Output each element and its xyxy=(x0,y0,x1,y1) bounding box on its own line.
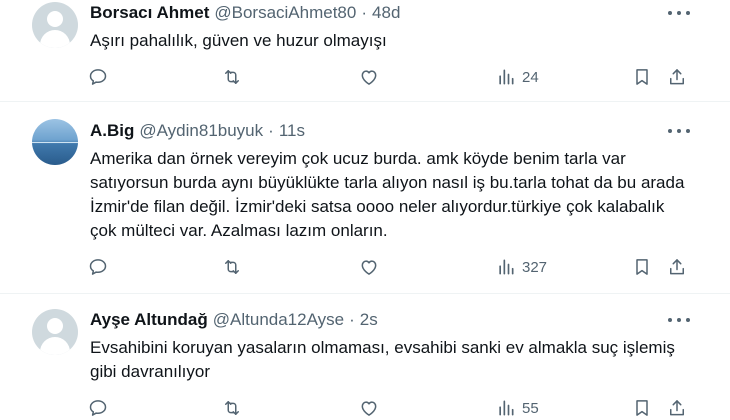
share-icon xyxy=(670,400,684,416)
bookmark-button[interactable] xyxy=(632,397,652,419)
action-bar: 327 xyxy=(0,256,730,278)
views-button[interactable]: 24 xyxy=(496,66,539,88)
views-icon xyxy=(499,69,514,85)
views-icon xyxy=(499,259,514,275)
heart-icon xyxy=(361,70,377,85)
more-icon[interactable] xyxy=(668,127,690,135)
like-button[interactable] xyxy=(359,397,379,419)
reply-icon xyxy=(89,400,107,416)
avatar-head-shape xyxy=(47,11,63,27)
share-button[interactable] xyxy=(667,66,687,88)
reply-button[interactable] xyxy=(88,397,108,419)
reply-button[interactable] xyxy=(88,256,108,278)
bookmark-icon xyxy=(636,400,648,416)
reply-button[interactable] xyxy=(88,66,108,88)
timestamp[interactable]: 2s xyxy=(360,310,378,330)
author-name[interactable]: Ayşe Altundağ xyxy=(90,310,208,330)
like-button[interactable] xyxy=(359,256,379,278)
separator-dot: · xyxy=(268,121,274,140)
tweet-header: Ayşe Altundağ @Altunda12Ayse · 2s xyxy=(90,310,378,330)
author-name[interactable]: Borsacı Ahmet xyxy=(90,3,209,23)
retweet-icon xyxy=(225,70,239,84)
views-button[interactable]: 327 xyxy=(496,256,547,278)
timestamp[interactable]: 48d xyxy=(372,3,400,23)
share-button[interactable] xyxy=(667,397,687,419)
tweet-header: A.Big @Aydin81buyuk · 11s xyxy=(90,121,305,141)
tweet-text: Aşırı pahalılık, güven ve huzur olmayışı xyxy=(90,31,387,50)
heart-icon xyxy=(361,401,377,416)
more-icon[interactable] xyxy=(668,9,690,17)
share-icon xyxy=(670,69,684,85)
more-icon[interactable] xyxy=(668,316,690,324)
action-bar: 55 xyxy=(0,397,730,419)
tweet-text: Evsahibini koruyan yasaların olmaması, e… xyxy=(90,338,675,381)
retweet-icon xyxy=(225,401,239,415)
avatar[interactable] xyxy=(32,2,78,48)
retweet-button[interactable] xyxy=(222,256,242,278)
author-name[interactable]: A.Big xyxy=(90,121,134,141)
avatar[interactable] xyxy=(32,309,78,355)
avatar[interactable] xyxy=(32,119,78,165)
bookmark-icon xyxy=(636,69,648,85)
tweet-text: Amerika dan örnek vereyim çok ucuz burda… xyxy=(90,149,685,240)
share-button[interactable] xyxy=(667,256,687,278)
views-button[interactable]: 55 xyxy=(496,397,539,419)
separator-dot: · xyxy=(361,3,368,22)
retweet-button[interactable] xyxy=(222,397,242,419)
author-handle[interactable]: @BorsaciAhmet80 xyxy=(214,3,356,23)
avatar-body-shape xyxy=(40,30,70,48)
like-button[interactable] xyxy=(359,66,379,88)
view-count: 55 xyxy=(522,399,539,417)
view-count: 24 xyxy=(522,68,539,86)
view-count: 327 xyxy=(522,258,548,276)
author-handle[interactable]: @Altunda12Ayse xyxy=(213,310,344,330)
views-icon xyxy=(499,400,514,416)
bookmark-icon xyxy=(636,259,648,275)
share-icon xyxy=(670,259,684,275)
retweet-icon xyxy=(225,260,239,274)
tweet[interactable]: Borsacı Ahmet @BorsaciAhmet80 · 48d Aşır… xyxy=(0,0,730,101)
reply-icon xyxy=(89,259,107,275)
bookmark-button[interactable] xyxy=(632,256,652,278)
action-bar: 24 xyxy=(0,66,730,88)
avatar-body-shape xyxy=(40,337,70,355)
tweet[interactable]: A.Big @Aydin81buyuk · 11s Amerika dan ör… xyxy=(0,102,730,293)
avatar-horizon-line xyxy=(32,142,78,143)
tweet[interactable]: Ayşe Altundağ @Altunda12Ayse · 2s Evsahi… xyxy=(0,294,730,420)
separator-dot: · xyxy=(349,310,355,329)
avatar-head-shape xyxy=(47,318,63,334)
retweet-button[interactable] xyxy=(222,66,242,88)
bookmark-button[interactable] xyxy=(632,66,652,88)
author-handle[interactable]: @Aydin81buyuk xyxy=(139,121,263,141)
tweet-header: Borsacı Ahmet @BorsaciAhmet80 · 48d xyxy=(90,3,400,23)
reply-icon xyxy=(89,69,107,85)
heart-icon xyxy=(361,260,377,275)
timestamp[interactable]: 11s xyxy=(279,121,305,141)
